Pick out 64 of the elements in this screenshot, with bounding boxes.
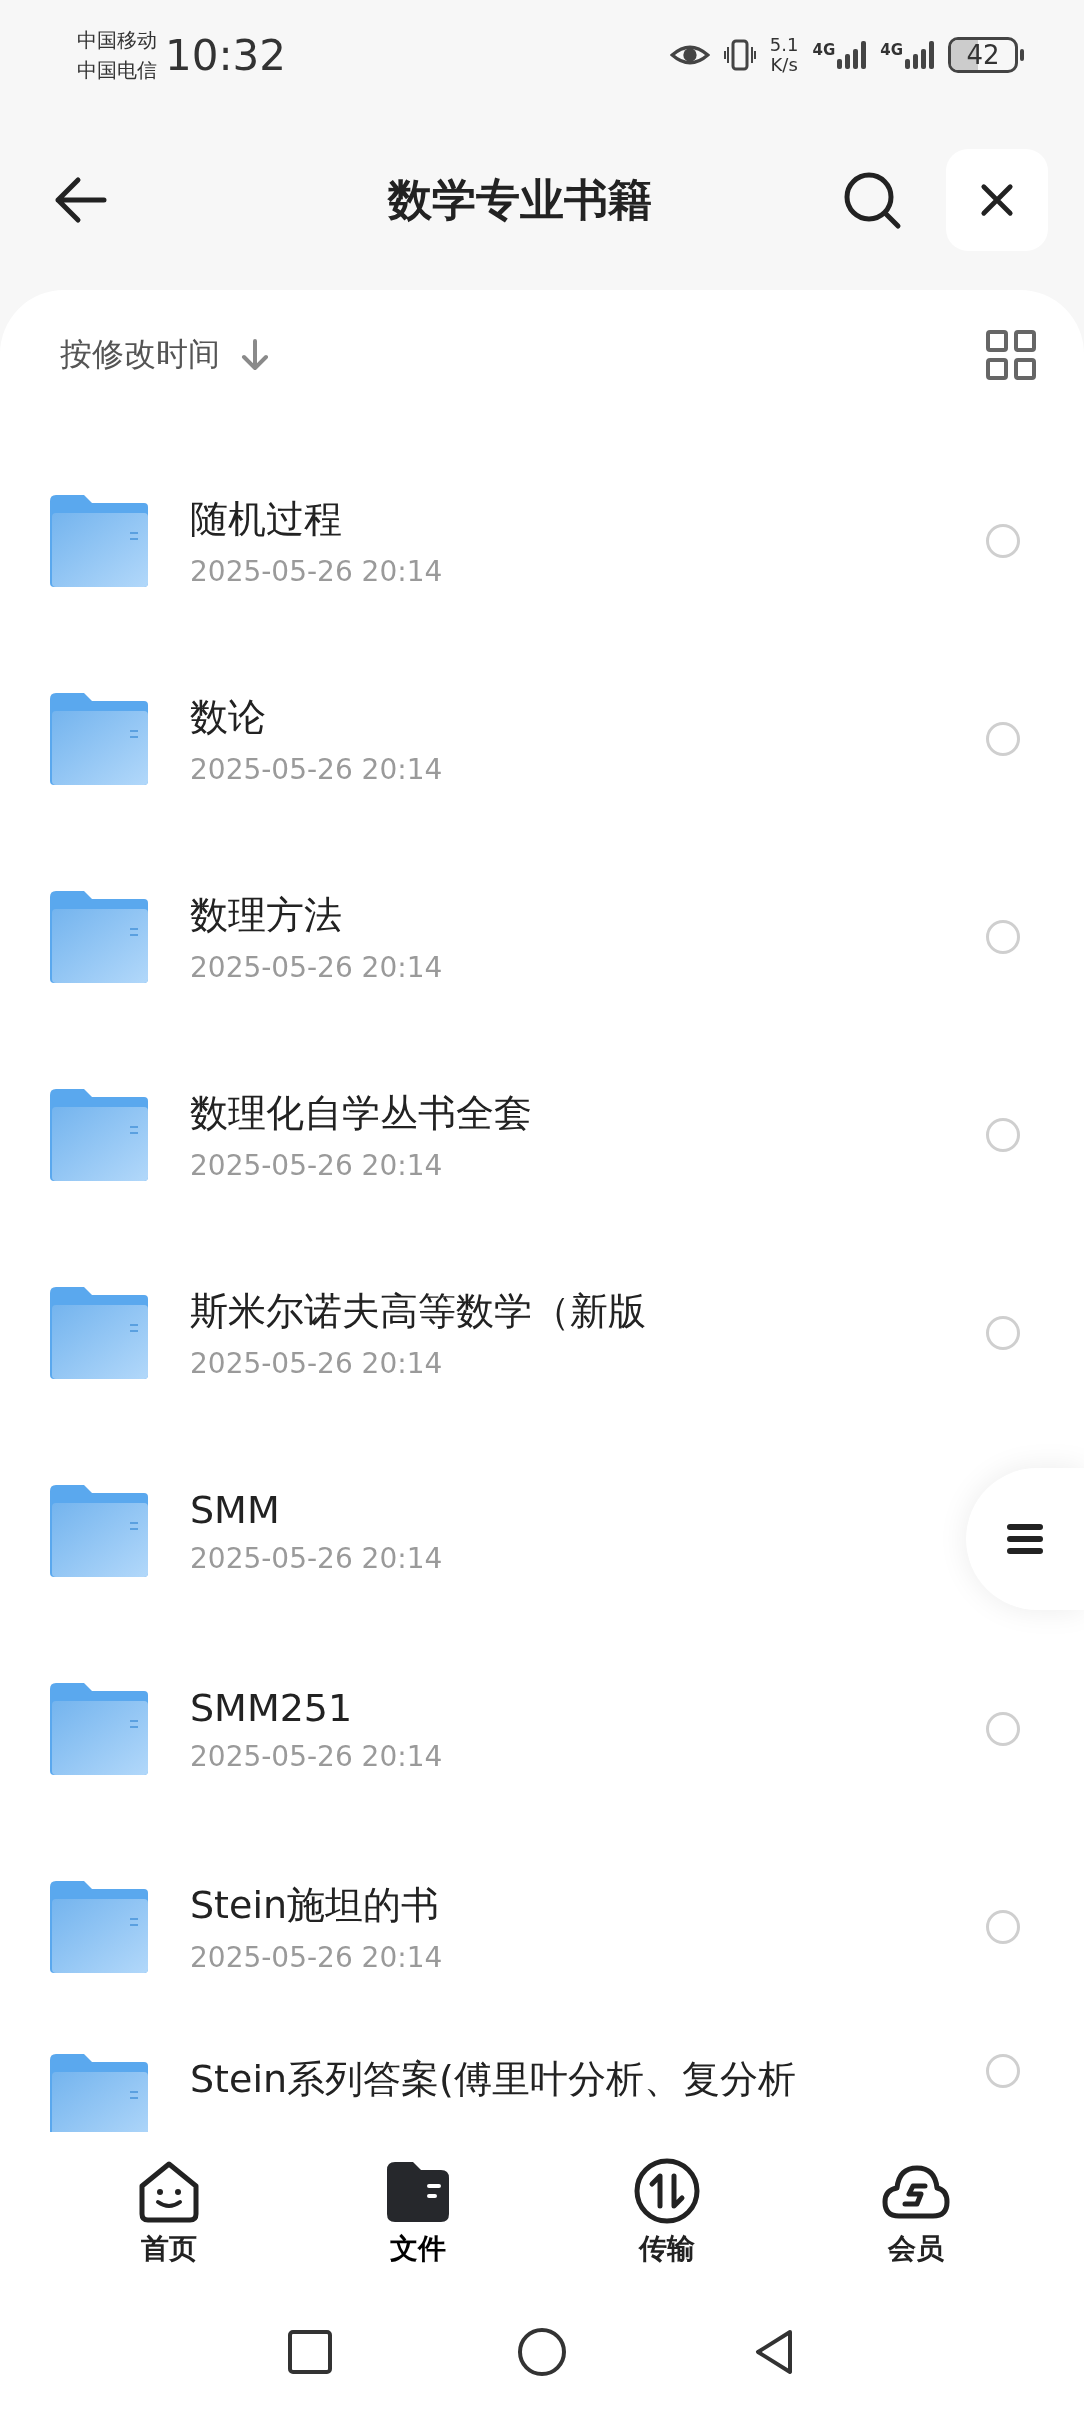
folder-icon: [50, 1881, 148, 1973]
select-radio[interactable]: [986, 524, 1020, 558]
folder-icon: [50, 1485, 148, 1577]
folder-name: Stein施坦的书: [190, 1882, 441, 1929]
grid-view-icon[interactable]: [986, 330, 1036, 380]
nav-tab[interactable]: 传输: [542, 2132, 791, 2292]
modified-date: 2025-05-26 20:14: [190, 555, 444, 588]
folder-row[interactable]: 数理方法 2025-05-26 20:14: [0, 838, 1084, 1036]
network-type: 4G: [812, 41, 836, 59]
folder-row[interactable]: 斯米尔诺夫高等数学（新版 2025-05-26 20:14: [0, 1234, 1084, 1432]
modified-date: 2025-05-26 20:14: [190, 1149, 444, 1182]
close-button[interactable]: [946, 149, 1048, 251]
nav-tab[interactable]: 首页: [44, 2132, 293, 2292]
clock-time: 10:32: [165, 30, 287, 80]
select-radio[interactable]: [986, 1712, 1020, 1746]
modified-date: 2025-05-26 20:14: [190, 753, 444, 786]
folder-name: Stein系列答案(傅里叶分析、复分析: [190, 2056, 797, 2103]
folder-name: SMM: [190, 1487, 281, 1532]
folder-icon: [50, 2054, 148, 2132]
folder-icon: [50, 495, 148, 587]
select-radio[interactable]: [986, 722, 1020, 756]
modified-date: 2025-05-26 20:14: [190, 1347, 444, 1380]
folder-name: SMM251: [190, 1685, 354, 1730]
down-arrow-icon: [240, 339, 270, 371]
folder-name: 数论: [190, 694, 267, 741]
modified-date: 2025-05-26 20:14: [190, 951, 444, 984]
folder-row[interactable]: 随机过程 2025-05-26 20:14: [0, 442, 1084, 640]
folder-icon: [50, 1089, 148, 1181]
folder-name: 数理化自学丛书全套: [190, 1090, 533, 1137]
folder-icon: [50, 1683, 148, 1775]
page-title: 数学专业书籍: [386, 172, 653, 227]
vibrate-icon: [723, 39, 756, 71]
folder-row[interactable]: SMM251 2025-05-26 20:14: [0, 1630, 1084, 1828]
carrier-name: 中国电信: [77, 57, 157, 84]
menu-icon: [1006, 1523, 1044, 1555]
select-radio[interactable]: [986, 920, 1020, 954]
network-type: 4G: [880, 41, 903, 59]
speed-value: 5.1: [769, 35, 799, 55]
modified-date: 2025-05-26 20:14: [190, 1541, 444, 1575]
nav-tab[interactable]: 会员: [791, 2132, 1040, 2292]
folder-icon: [50, 891, 148, 983]
modified-date: 2025-05-26 20:14: [190, 1941, 444, 1974]
folder-name: 斯米尔诺夫高等数学（新版: [190, 1288, 647, 1335]
select-radio[interactable]: [986, 2054, 1020, 2088]
folder-icon: [50, 1287, 148, 1379]
folder-icon: [50, 693, 148, 785]
folder-name: 数理方法: [190, 892, 343, 939]
home-button-icon[interactable]: [516, 2326, 568, 2378]
folder-row[interactable]: Stein施坦的书 2025-05-26 20:14: [0, 1828, 1084, 2026]
select-radio[interactable]: [986, 1118, 1020, 1152]
modified-date: 2025-05-26 20:14: [190, 1739, 444, 1773]
folder-name: 随机过程: [190, 496, 343, 543]
signal-icon: [905, 41, 934, 69]
select-radio[interactable]: [986, 1316, 1020, 1350]
speed-unit: K/s: [770, 55, 798, 75]
select-radio[interactable]: [986, 1910, 1020, 1944]
nav-tab[interactable]: 文件: [293, 2132, 542, 2292]
folder-row[interactable]: 数理化自学丛书全套 2025-05-26 20:14: [0, 1036, 1084, 1234]
carrier-name: 中国移动: [77, 27, 157, 54]
battery-level: 42: [966, 40, 1000, 70]
folder-row[interactable]: 数论 2025-05-26 20:14: [0, 640, 1084, 838]
signal-icon: [837, 41, 867, 69]
close-icon: [980, 183, 1014, 217]
sort-button[interactable]: 按修改时间: [60, 333, 270, 377]
